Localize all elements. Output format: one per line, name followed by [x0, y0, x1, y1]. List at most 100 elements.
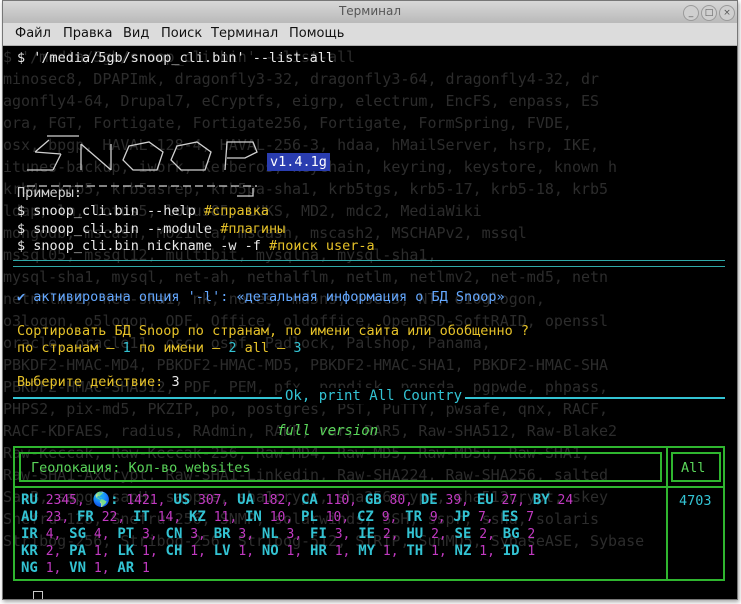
country-entry: EU 27: [477, 492, 517, 509]
country-count: 3: [142, 527, 150, 542]
country-entry: SE 2: [455, 526, 488, 543]
country-code: PL: [301, 509, 318, 525]
country-entry: IE 2: [358, 526, 391, 543]
country-count: 1: [479, 544, 488, 559]
country-entry: FI 3: [310, 526, 343, 543]
window-title: Терминал: [338, 4, 402, 18]
examples-title: Примеры:: [17, 185, 83, 201]
full-version-label: full version: [277, 423, 379, 439]
country-entry: ES 7: [502, 509, 535, 526]
country-count: 9: [381, 510, 390, 525]
terminal-cursor: [33, 591, 43, 599]
menu-search[interactable]: Поиск: [161, 26, 202, 41]
sort-options: по странам — 1 по имени — 2 all — 3: [17, 340, 302, 356]
country-entry: UA 182: [237, 492, 285, 509]
country-code: GB: [364, 492, 382, 508]
country-list: RU 2345, 🌎: 1421, US 307, UA 182, CA 110…: [21, 492, 661, 577]
country-entry: RU 2345: [21, 492, 77, 509]
country-count: 1: [334, 544, 343, 559]
country-code: IT: [133, 509, 150, 525]
version-badge: v1.4.1g: [267, 153, 330, 171]
country-code: BY: [532, 492, 550, 508]
country-entry: AR 1: [117, 560, 150, 577]
table-row: IR 4, SG 4, PT 3, CN 3, BR 3, NL 3, FI 3…: [21, 526, 536, 543]
sort-prompt: Сортировать БД Snoop по странам, по имен…: [17, 323, 530, 339]
country-count: 1: [431, 544, 439, 559]
country-code: LK: [117, 543, 135, 559]
country-code: BG: [502, 526, 520, 542]
country-entry: CH 1: [166, 543, 199, 560]
country-count: 1: [142, 561, 150, 576]
country-code: IE: [358, 526, 376, 542]
country-entry: TH 1: [406, 543, 439, 560]
country-count: 2: [45, 544, 54, 559]
country-code: PA: [69, 543, 87, 559]
country-code: AR: [117, 560, 135, 576]
country-code: US: [173, 492, 191, 508]
country-code: CA: [300, 492, 318, 508]
country-code: NO: [261, 543, 279, 559]
background-line: minosec8, DPAPImk, dragonfly3-32, dragon…: [3, 70, 600, 88]
minimize-icon[interactable]: _: [683, 5, 699, 21]
country-entry: KZ 11: [189, 509, 229, 526]
country-code: PT: [117, 526, 135, 542]
country-entry: LV 1: [214, 543, 247, 560]
table-row: AU 23, FR 22, IT 14, KZ 11, IN 10, PL 10…: [21, 509, 535, 526]
country-code: SE: [454, 526, 472, 542]
country-entry: JP 7: [453, 509, 486, 526]
country-code: CH: [165, 543, 183, 559]
menu-help[interactable]: Помощь: [289, 26, 344, 41]
geo-header-cell: Геолокация: Кол-во websites: [19, 452, 662, 482]
menu-view[interactable]: Вид: [123, 26, 149, 41]
total-count: 4703: [679, 493, 712, 509]
country-entry: IN 10: [245, 509, 285, 526]
menu-edit[interactable]: Правка: [63, 26, 112, 41]
country-code: DE: [420, 492, 438, 508]
table-column-divider: [666, 448, 668, 579]
choose-action-line: Выберите действие: 3: [17, 374, 180, 390]
country-code: HR: [310, 543, 327, 559]
country-count: 2345: [45, 493, 77, 508]
separator-line: [13, 260, 725, 267]
all-header-label: All: [681, 460, 706, 476]
country-entry: DE 39: [421, 492, 461, 509]
title-bar[interactable]: Терминал _ □ ×: [3, 1, 737, 23]
country-entry: NL 3: [262, 526, 295, 543]
country-code: EU: [476, 492, 494, 508]
country-code: KZ: [189, 509, 206, 525]
menu-bar: Файл Правка Вид Поиск Терминал Помощь: [3, 23, 737, 46]
country-entry: FR 22: [77, 509, 117, 526]
country-count: 27: [501, 493, 518, 508]
country-code: FI: [310, 526, 327, 542]
terminal-window: Терминал _ □ × Файл Правка Вид Поиск Тер…: [2, 0, 738, 600]
country-code: KR: [21, 543, 38, 559]
country-code: AU: [21, 509, 38, 525]
menu-file[interactable]: Файл: [15, 26, 51, 41]
country-entry: SG 4: [69, 526, 102, 543]
country-code: FR: [77, 509, 94, 525]
close-icon[interactable]: ×: [719, 5, 735, 21]
country-entry: LK 1: [117, 543, 150, 560]
country-entry: 🌎: 1421: [93, 492, 158, 509]
country-code: NZ: [454, 543, 472, 559]
country-count: 1: [382, 544, 391, 559]
country-entry: IT 14: [133, 509, 173, 526]
country-code: TR: [405, 509, 423, 525]
terminal-output[interactable]: $ '/media/5gb/snoop_cli.bin' --list-all m…: [3, 46, 737, 599]
menu-terminal[interactable]: Терминал: [211, 26, 278, 41]
country-count: 182: [261, 493, 286, 508]
table-header-separator: [15, 486, 723, 488]
country-entry: VN 1: [69, 560, 102, 577]
country-entry: GB 80: [365, 492, 405, 509]
country-entry: NO 1: [262, 543, 295, 560]
country-entry: KR 2: [21, 543, 54, 560]
country-count: 10: [325, 510, 342, 525]
country-count: 10: [269, 510, 286, 525]
country-count: 2: [431, 527, 439, 542]
country-entry: US 307: [173, 492, 221, 509]
country-entry: BG 2: [503, 526, 536, 543]
country-count: 2: [527, 527, 536, 542]
country-entry: CA 110: [301, 492, 349, 509]
maximize-icon[interactable]: □: [701, 5, 717, 21]
country-entry: BR 3: [214, 526, 247, 543]
